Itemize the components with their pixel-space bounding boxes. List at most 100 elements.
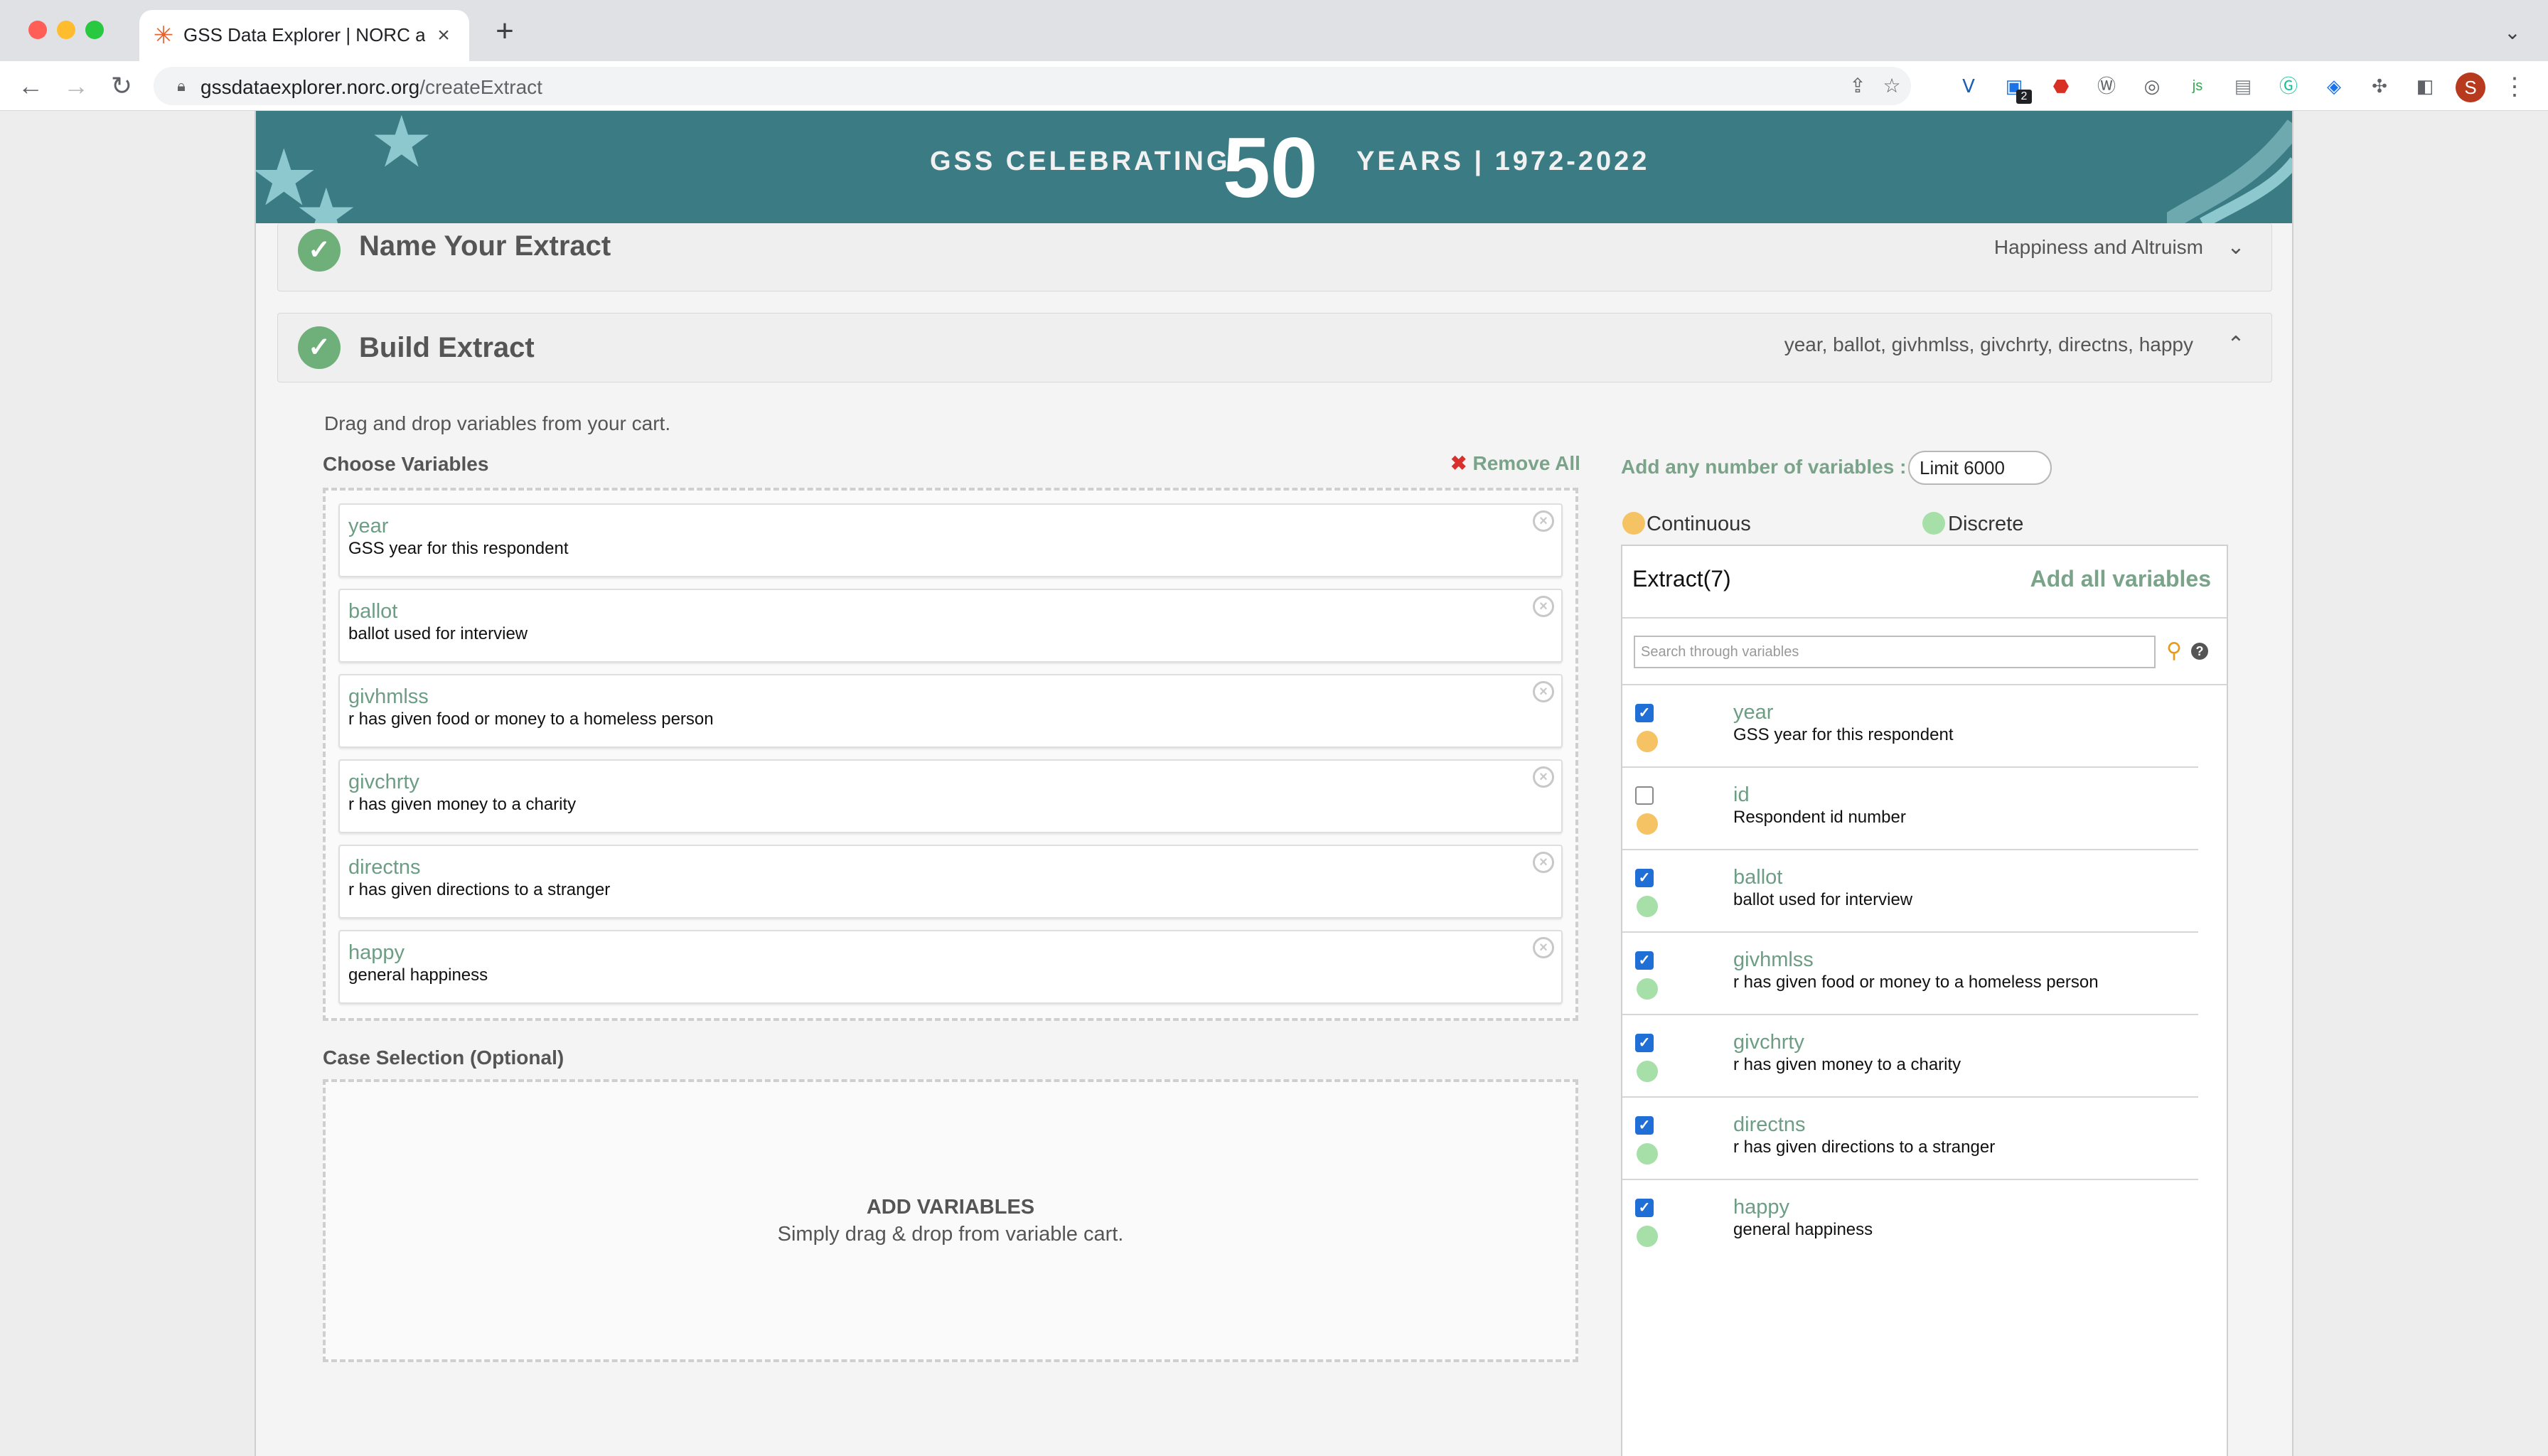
variable-description: general happiness <box>1733 1220 1873 1239</box>
build-extract-title: Build Extract <box>359 332 535 363</box>
address-bar[interactable]: 🔒︎ gssdataexplorer.norc.org/createExtrac… <box>154 67 1911 105</box>
extension-document-icon[interactable]: ▤ <box>2231 74 2255 98</box>
extract-count-title: Extract(7) <box>1632 566 1731 592</box>
variable-type-dot <box>1637 896 1658 917</box>
side-panel-icon[interactable]: ◧ <box>2413 74 2437 98</box>
search-icon[interactable]: ⚲ <box>2161 638 2187 664</box>
extension-badge: 2 <box>2016 90 2032 104</box>
extract-item-id[interactable]: id Respondent id number <box>1622 768 2198 850</box>
extensions-puzzle-icon[interactable]: ✣ <box>2367 74 2392 98</box>
extract-item-ballot[interactable]: ✓ ballot ballot used for interview <box>1622 850 2198 933</box>
variable-checkbox[interactable]: ✓ <box>1635 1199 1654 1217</box>
variable-card-year[interactable]: year GSS year for this respondent × <box>338 503 1563 577</box>
variable-checkbox[interactable]: ✓ <box>1635 704 1654 722</box>
window-minimize-button[interactable] <box>57 21 75 39</box>
norc-asterisk-icon: ✳ <box>153 22 174 49</box>
page-content: ★ ★ ★ GSS CELEBRATING 50 YEARS | 1972-20… <box>255 111 2293 1456</box>
variable-card-givchrty[interactable]: givchrty r has given money to a charity … <box>338 759 1563 833</box>
variable-card-happy[interactable]: happy general happiness × <box>338 930 1563 1004</box>
variable-checkbox[interactable] <box>1635 786 1654 805</box>
window-close-button[interactable] <box>28 21 47 39</box>
extract-item-givchrty[interactable]: ✓ givchrty r has given money to a charit… <box>1622 1015 2198 1098</box>
remove-variable-icon[interactable]: × <box>1533 852 1554 873</box>
variable-checkbox[interactable]: ✓ <box>1635 869 1654 887</box>
extract-item-year[interactable]: ✓ year GSS year for this respondent <box>1622 685 2198 768</box>
build-extract-panel[interactable]: ✓ Build Extract year, ballot, givhmlss, … <box>277 313 2272 382</box>
extension-js-icon[interactable]: js <box>2185 74 2210 98</box>
new-tab-button[interactable]: + <box>489 16 520 47</box>
variable-name[interactable]: givhmlss <box>1733 948 1814 972</box>
extension-grammarly-icon[interactable]: Ⓖ <box>2276 74 2301 98</box>
browser-tab[interactable]: ✳ GSS Data Explorer | NORC at th × <box>139 10 469 61</box>
extension-adblock-icon[interactable]: ⬣ <box>2049 74 2073 98</box>
forward-arrow-icon[interactable]: → <box>61 71 91 101</box>
extract-item-happy[interactable]: ✓ happy general happiness <box>1622 1180 2198 1263</box>
discrete-legend-label: Discrete <box>1948 513 2024 535</box>
choose-variables-dropzone[interactable]: year GSS year for this respondent × ball… <box>323 488 1578 1021</box>
url-path: /createExtract <box>419 76 542 98</box>
variable-name[interactable]: ballot <box>348 600 397 623</box>
continuous-legend-dot <box>1622 512 1645 535</box>
profile-avatar[interactable]: S <box>2456 73 2485 102</box>
share-icon[interactable]: ⇪ <box>1846 74 1870 98</box>
extension-wordpress-icon[interactable]: Ⓦ <box>2094 74 2119 98</box>
variable-description: r has given money to a charity <box>1733 1055 1961 1074</box>
variable-name[interactable]: happy <box>1733 1196 1789 1219</box>
add-all-variables-button[interactable]: Add all variables <box>2030 566 2211 592</box>
tab-close-icon[interactable]: × <box>431 23 456 48</box>
browser-menu-icon[interactable]: ⋮ <box>2502 73 2527 101</box>
variable-name[interactable]: givchrty <box>1733 1031 1804 1054</box>
search-variables-input[interactable] <box>1634 636 2156 668</box>
variable-name[interactable]: year <box>348 515 388 538</box>
remove-variable-icon[interactable]: × <box>1533 681 1554 702</box>
variable-checkbox[interactable]: ✓ <box>1635 951 1654 970</box>
name-extract-panel[interactable]: ✓ Name Your Extract Happiness and Altrui… <box>277 223 2272 291</box>
variable-description: GSS year for this respondent <box>1733 725 1954 744</box>
limit-input[interactable] <box>1908 451 2052 485</box>
extension-v-icon[interactable]: Ⅴ <box>1956 74 1981 98</box>
help-icon[interactable]: ? <box>2191 643 2208 660</box>
variable-name[interactable]: id <box>1733 783 1750 807</box>
tab-search-chevron-icon[interactable]: ⌄ <box>2500 20 2525 46</box>
checkmark-icon: ✓ <box>298 326 341 369</box>
variable-name[interactable]: directns <box>1733 1113 1806 1137</box>
discrete-legend-dot <box>1922 512 1945 535</box>
variable-name[interactable]: ballot <box>1733 866 1782 889</box>
case-selection-dropzone[interactable]: ADD VARIABLES Simply drag & drop from va… <box>323 1079 1578 1362</box>
window-zoom-button[interactable] <box>85 21 104 39</box>
reload-icon[interactable]: ↻ <box>107 71 136 101</box>
chevron-down-icon[interactable]: ⌄ <box>2222 233 2250 262</box>
extract-item-givhmlss[interactable]: ✓ givhmlss r has given food or money to … <box>1622 933 2198 1015</box>
remove-variable-icon[interactable]: × <box>1533 596 1554 617</box>
variable-type-dot <box>1637 1226 1658 1247</box>
chevron-up-icon[interactable]: ⌃ <box>2222 331 2250 359</box>
extension-tag-icon[interactable]: ◈ <box>2322 74 2346 98</box>
remove-variable-icon[interactable]: × <box>1533 937 1554 958</box>
continuous-legend-label: Continuous <box>1647 513 1751 535</box>
variable-name[interactable]: givchrty <box>348 771 419 794</box>
variable-card-directns[interactable]: directns r has given directions to a str… <box>338 845 1563 919</box>
variable-type-dot <box>1637 813 1658 835</box>
variable-description: ballot used for interview <box>348 624 528 643</box>
variable-checkbox[interactable]: ✓ <box>1635 1034 1654 1052</box>
banner-swoosh <box>2167 119 2292 223</box>
extension-circle-icon[interactable]: ◎ <box>2140 74 2164 98</box>
variable-type-dot <box>1637 731 1658 752</box>
variable-name[interactable]: directns <box>348 856 421 879</box>
remove-all-button[interactable]: ✖ Remove All <box>1450 451 1580 475</box>
variable-card-givhmlss[interactable]: givhmlss r has given food or money to a … <box>338 674 1563 748</box>
variable-checkbox[interactable]: ✓ <box>1635 1116 1654 1135</box>
variable-name[interactable]: happy <box>348 941 405 965</box>
remove-variable-icon[interactable]: × <box>1533 766 1554 788</box>
bookmark-star-icon[interactable]: ☆ <box>1880 74 1904 98</box>
banner-right-text: YEARS | 1972-2022 <box>1356 146 1650 176</box>
variable-card-ballot[interactable]: ballot ballot used for interview × <box>338 589 1563 663</box>
back-arrow-icon[interactable]: ← <box>16 71 46 101</box>
variable-name[interactable]: givhmlss <box>348 685 429 709</box>
close-icon: ✖ <box>1450 452 1467 474</box>
build-extract-summary: year, ballot, givhmlss, givchrty, direct… <box>1784 333 2193 355</box>
gss-50-banner: ★ ★ ★ GSS CELEBRATING 50 YEARS | 1972-20… <box>256 111 2292 223</box>
extract-item-directns[interactable]: ✓ directns r has given directions to a s… <box>1622 1098 2198 1180</box>
remove-variable-icon[interactable]: × <box>1533 510 1554 532</box>
variable-name[interactable]: year <box>1733 701 1773 724</box>
